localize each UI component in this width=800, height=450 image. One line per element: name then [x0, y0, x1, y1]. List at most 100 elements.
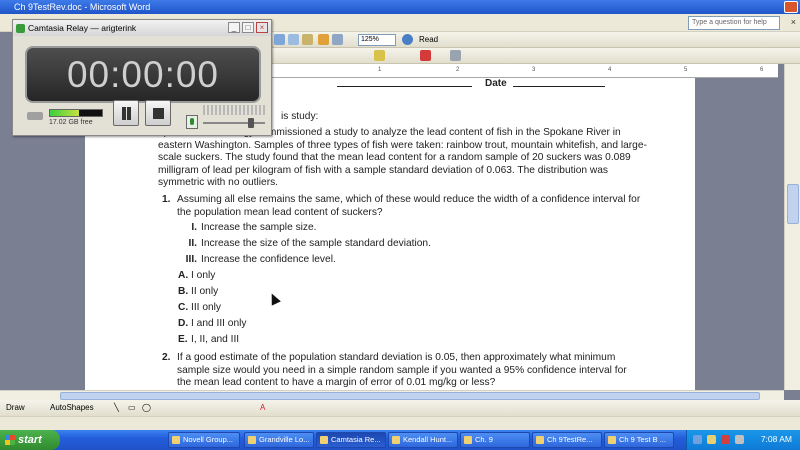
ruler-mark: 3 [532, 67, 536, 73]
camtasia-logo-icon [16, 24, 25, 33]
ruler-mark: 1 [378, 67, 382, 73]
security-icon[interactable] [721, 435, 730, 444]
option-letter: A. [178, 270, 189, 281]
date-line [513, 78, 605, 87]
help-search-input[interactable]: Type a question for help [688, 16, 780, 30]
taskbar-item[interactable]: Novell Group... [168, 432, 240, 448]
option-e: E. I, II, and III [178, 334, 239, 346]
statement-3: III. Increase the confidence level. [179, 254, 336, 266]
printer-icon[interactable] [735, 435, 744, 444]
option-d: D. I and III only [178, 318, 247, 330]
system-tray: 7:08 AM [686, 430, 800, 450]
minimize-button[interactable]: _ [228, 22, 240, 33]
taskbar-items: Novell Group... Grandville Lo... Camtasi… [64, 432, 704, 448]
pause-button[interactable] [113, 100, 139, 126]
status-bar [0, 416, 800, 430]
columns-icon[interactable] [288, 34, 299, 45]
option-c: C. III only [178, 302, 221, 314]
volume-meter [203, 105, 265, 115]
maximize-button[interactable]: □ [242, 22, 254, 33]
camtasia-title: Camtasia Relay — arigterink [28, 23, 137, 33]
windows-logo-icon [5, 435, 15, 445]
question-text: If a good estimate of the population sta… [177, 352, 627, 389]
start-button[interactable]: start [0, 430, 60, 450]
document-map-icon[interactable] [318, 34, 329, 45]
font-color-icon[interactable] [420, 50, 431, 61]
question-number: 2. [162, 352, 171, 363]
standard-toolbar: 125% Read [270, 32, 800, 48]
question-2: 2. If a good estimate of the population … [162, 352, 642, 390]
option-text: III only [191, 302, 222, 313]
taskbar-item[interactable]: Ch. 9 [460, 432, 530, 448]
draw-menu[interactable]: Draw [6, 400, 25, 416]
ruler-mark: 2 [456, 67, 460, 73]
name-line [337, 78, 472, 87]
highlight-icon[interactable] [374, 50, 385, 61]
camtasia-recorder: Camtasia Relay — arigterink _ □ × 00:00:… [12, 19, 272, 136]
option-letter: C. [178, 302, 189, 313]
option-letter: B. [178, 286, 189, 297]
disk-free-label: 17.02 GB free [49, 119, 93, 126]
window-close-button[interactable] [784, 1, 798, 13]
camtasia-title-bar: Camtasia Relay — arigterink _ □ × [13, 20, 271, 36]
disk-icon [27, 112, 43, 120]
document-close-icon[interactable]: × [791, 17, 796, 27]
autoshapes-menu[interactable]: AutoShapes [50, 400, 94, 416]
option-letter: E. [178, 334, 188, 345]
paragraph-mark-icon[interactable] [332, 34, 343, 45]
ruler-mark: 6 [760, 67, 764, 73]
scroll-thumb[interactable] [60, 392, 760, 400]
audio-level-fill [50, 110, 79, 116]
help-icon[interactable] [402, 34, 413, 45]
statement-1: I. Increase the sample size. [179, 222, 317, 234]
taskbar-item[interactable]: Ch 9TestRe... [532, 432, 602, 448]
statement-numeral: I. [191, 222, 197, 233]
ruler-mark: 5 [684, 67, 688, 73]
clock: 7:08 AM [760, 434, 792, 444]
taskbar-item[interactable]: Camtasia Re... [316, 432, 386, 448]
intro-text: is study: [281, 111, 319, 122]
oval-icon[interactable]: ◯ [142, 400, 151, 416]
read-button[interactable]: Read [416, 33, 441, 46]
line-icon[interactable]: ╲ [114, 400, 119, 416]
option-text: I only [191, 270, 216, 281]
word-title-bar: Ch 9TestRev.doc - Microsoft Word [0, 0, 800, 14]
drawing-toolbar: Draw AutoShapes ╲ ▭ ◯ A [0, 400, 800, 416]
font-color-icon[interactable]: A [260, 400, 265, 416]
option-text: I, II, and III [191, 334, 240, 345]
vertical-scrollbar[interactable] [784, 64, 800, 390]
date-label: Date [485, 78, 507, 89]
volume-icon[interactable] [707, 435, 716, 444]
microphone-icon[interactable] [186, 115, 198, 129]
audio-level-meter [49, 109, 103, 117]
formatting-toolbar [270, 48, 800, 64]
border-icon[interactable] [450, 50, 461, 61]
statement-numeral: II. [188, 238, 198, 249]
zoom-select[interactable]: 125% [358, 34, 396, 46]
taskbar-item[interactable]: Grandville Lo... [244, 432, 314, 448]
taskbar: start Novell Group... Grandville Lo... C… [0, 430, 800, 450]
statement-text: Increase the sample size. [201, 222, 317, 233]
volume-slider-thumb[interactable] [247, 118, 254, 128]
horizontal-ruler: 1 2 3 4 5 6 [270, 64, 778, 78]
network-icon[interactable] [693, 435, 702, 444]
question-1: 1. Assuming all else remains the same, w… [162, 194, 642, 219]
taskbar-item[interactable]: Kendall Hunt... [388, 432, 458, 448]
taskbar-item[interactable]: Ch 9 Test B ... [604, 432, 674, 448]
close-button[interactable]: × [256, 22, 268, 33]
statement-2: II. Increase the size of the sample stand… [179, 238, 431, 250]
option-letter: D. [178, 318, 189, 329]
scroll-thumb[interactable] [787, 184, 799, 224]
rectangle-icon[interactable]: ▭ [128, 400, 136, 416]
volume-slider-track[interactable] [203, 122, 265, 124]
table-icon[interactable] [274, 34, 285, 45]
option-text: I and III only [191, 318, 247, 329]
horizontal-scrollbar[interactable] [0, 390, 784, 400]
drawing-icon[interactable] [302, 34, 313, 45]
option-b: B. II only [178, 286, 218, 298]
study-paragraph: epartment of Ecology commissioned a stud… [158, 127, 647, 189]
stop-button[interactable] [145, 100, 171, 126]
recording-timer: 00:00:00 [25, 46, 261, 103]
right-margin-area [695, 78, 784, 390]
question-number: 1. [162, 194, 171, 205]
